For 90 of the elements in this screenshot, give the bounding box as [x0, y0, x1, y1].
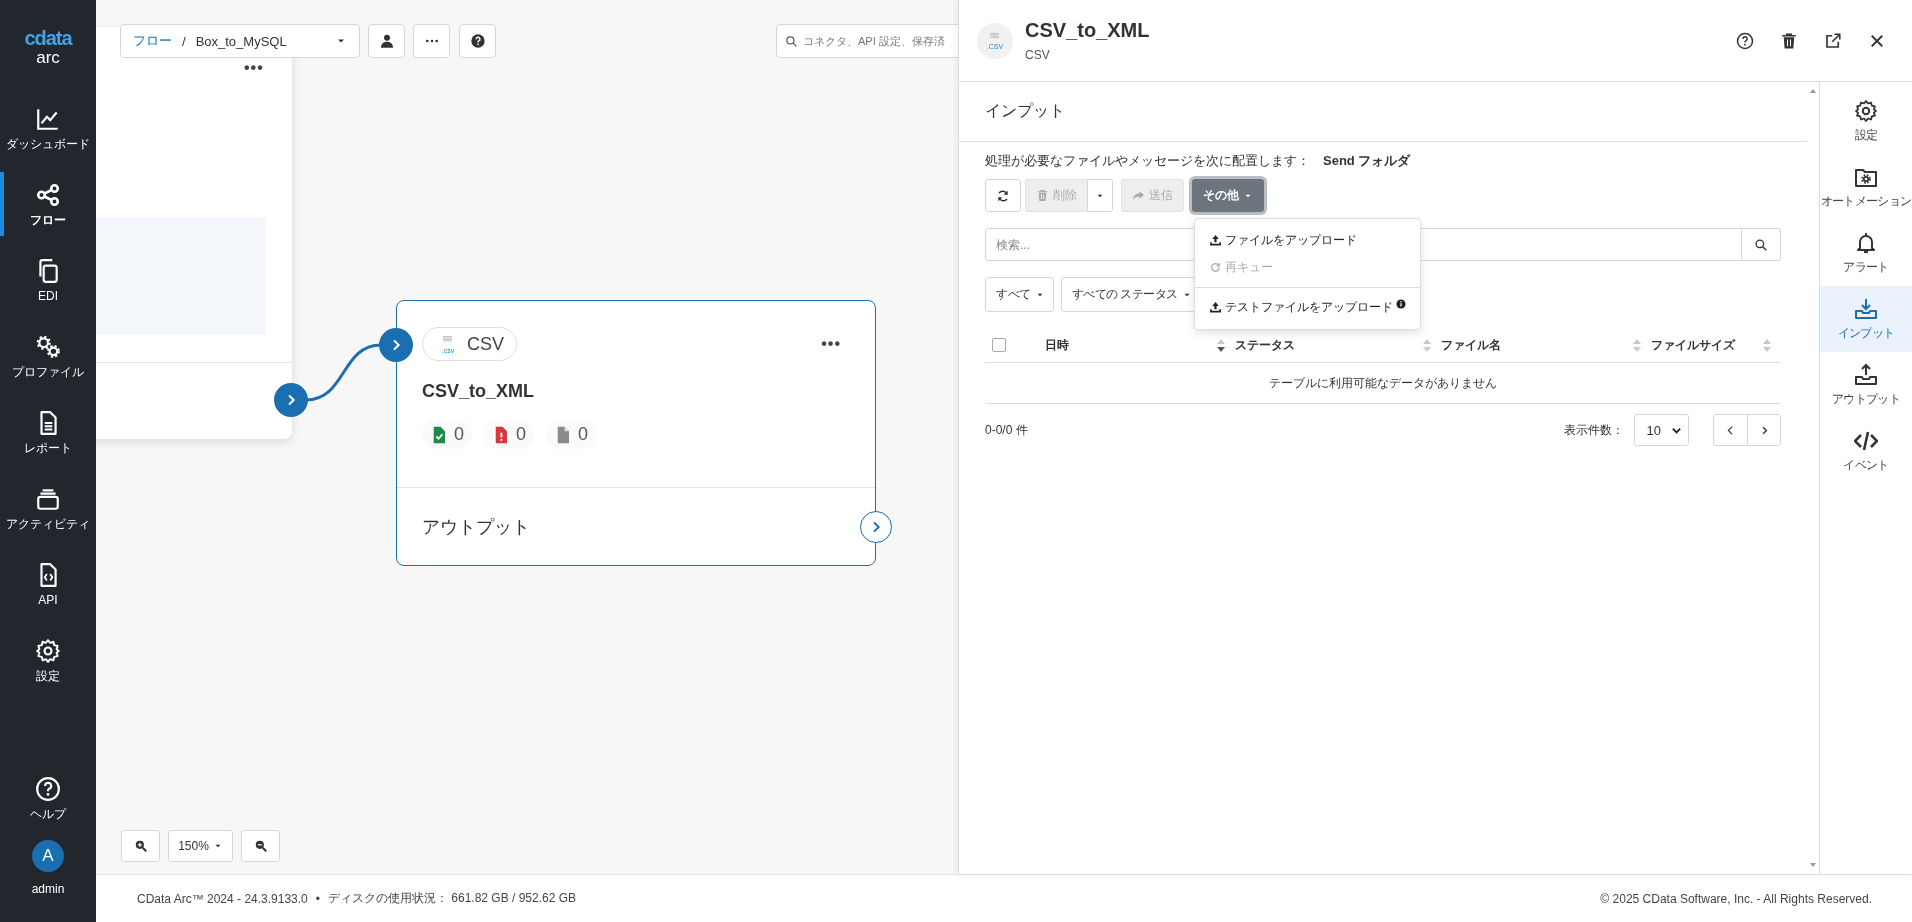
logo: cdata [24, 28, 72, 48]
breadcrumb-link: フロー [133, 32, 172, 50]
settings-icon [1854, 98, 1878, 123]
user-button[interactable] [368, 24, 405, 58]
more-menu[interactable]: ••• [821, 335, 841, 353]
side-tab[interactable]: アラート [1820, 220, 1912, 286]
description: 処理が必要なファイルやメッセージを次に配置します： Send フォルダ [985, 152, 1412, 170]
search-field[interactable]: コネクタ、API 設定、保存済 [776, 24, 958, 58]
gears-icon [35, 333, 61, 360]
select-all-checkbox[interactable] [992, 338, 1006, 352]
nav-item[interactable]: EDI [0, 242, 96, 318]
nav-item[interactable]: ダッシュボード [0, 90, 96, 166]
count-badge: 0 [546, 420, 597, 449]
upload-icon [1209, 301, 1222, 314]
user-icon [378, 33, 395, 49]
zoom-in-icon [133, 839, 148, 853]
breadcrumb-dropdown[interactable]: フロー / Box_to_MySQL [120, 24, 360, 58]
page-size-select[interactable]: 10 [1633, 414, 1689, 446]
refresh-button[interactable] [985, 179, 1021, 212]
separator-dot: • [315, 891, 320, 906]
help-icon [1736, 31, 1754, 50]
zoom-in-button[interactable] [121, 830, 160, 862]
side-tab[interactable]: 設定 [1820, 88, 1912, 154]
connector-type: CSV [467, 333, 504, 355]
empty-table-message: テーブルに利用可能なデータがありません [985, 363, 1781, 404]
version-text: CData Arc™ 2024 - 24.3.9133.0 [137, 891, 308, 906]
column-header[interactable]: ステータス [1235, 336, 1441, 354]
disk-usage: ディスクの使用状況： 661.82 GB / 952.62 GB [328, 890, 577, 907]
panel-subtitle: CSV [1025, 48, 1051, 62]
help-item[interactable]: ヘルプ [0, 760, 96, 836]
help-icon [35, 775, 61, 802]
trash-icon [1036, 189, 1049, 202]
zoom-out-icon [253, 839, 268, 853]
record-count: 0-0/0 件 [985, 421, 1029, 439]
search-button[interactable] [1742, 228, 1781, 261]
external-link-icon [1824, 31, 1842, 50]
trash-icon [1780, 31, 1798, 50]
output-port[interactable] [274, 383, 308, 417]
copyright: © 2025 CData Software, Inc. - All Rights Reserved. [1600, 891, 1872, 906]
settings-icon [35, 637, 61, 664]
side-tab[interactable]: オートメーション [1820, 154, 1912, 220]
zoom-out-button[interactable] [241, 830, 280, 862]
menu-item[interactable]: ファイルをアップロード [1195, 227, 1420, 254]
column-header[interactable]: ファイル名 [1441, 336, 1651, 354]
count-badge: 0 [422, 420, 472, 449]
flow-name: Box_to_MySQL [195, 33, 288, 49]
user-name: admin [31, 882, 65, 896]
upload-icon [1209, 234, 1222, 247]
nav-item[interactable]: フロー [0, 166, 96, 242]
nav-item[interactable]: 設定 [0, 622, 96, 698]
help-button[interactable] [1736, 31, 1754, 50]
column-header[interactable]: ファイルサイズ [1651, 336, 1781, 354]
count-badge: 0 [484, 420, 535, 449]
panel-title: CSV_to_XML [1025, 19, 1151, 42]
nav-item[interactable]: プロファイル [0, 318, 96, 394]
more-dropdown-button[interactable]: その他 [1192, 179, 1264, 212]
side-tab[interactable]: インプット [1820, 286, 1912, 352]
scroll-down-icon [1809, 861, 1817, 869]
refresh-icon [996, 188, 1010, 203]
help-icon [469, 33, 486, 49]
node-title: CSV_to_XML [421, 380, 536, 402]
search-icon [1754, 237, 1768, 252]
zoom-level-dropdown[interactable]: 150% [168, 830, 233, 862]
nav-item[interactable]: レポート [0, 394, 96, 470]
filter-dropdown[interactable]: すべて [985, 277, 1054, 312]
inbox-download-icon [1854, 296, 1878, 321]
info-icon [1396, 299, 1406, 309]
search-icon [785, 34, 798, 48]
column-header[interactable]: 日時 [1020, 336, 1235, 354]
nav-item[interactable]: API [0, 546, 96, 622]
scroll-up-icon [1809, 87, 1817, 95]
section-title: インプット [959, 82, 1807, 142]
user-avatar[interactable]: A [32, 840, 64, 872]
output-label: アウトプット [421, 515, 531, 539]
side-tab[interactable]: イベント [1820, 418, 1912, 484]
side-tab[interactable]: アウトプット [1820, 352, 1912, 418]
dropdown-toggle[interactable] [1087, 179, 1113, 212]
open-external-button[interactable] [1824, 31, 1842, 50]
share-nodes-icon [35, 181, 61, 208]
page-size-label: 表示件数： [1563, 421, 1624, 439]
breadcrumb-separator: / [182, 33, 186, 49]
more-menu: ••• [244, 59, 264, 77]
input-port[interactable] [379, 328, 413, 362]
forward-arrow-icon [1132, 189, 1145, 202]
bell-icon [1854, 230, 1878, 255]
product-name: arc [36, 48, 60, 68]
nav-item[interactable]: アクティビティ [0, 470, 96, 546]
delete-button[interactable] [1780, 31, 1798, 50]
inbox-upload-icon [1854, 362, 1878, 387]
redo-icon [1209, 261, 1222, 274]
